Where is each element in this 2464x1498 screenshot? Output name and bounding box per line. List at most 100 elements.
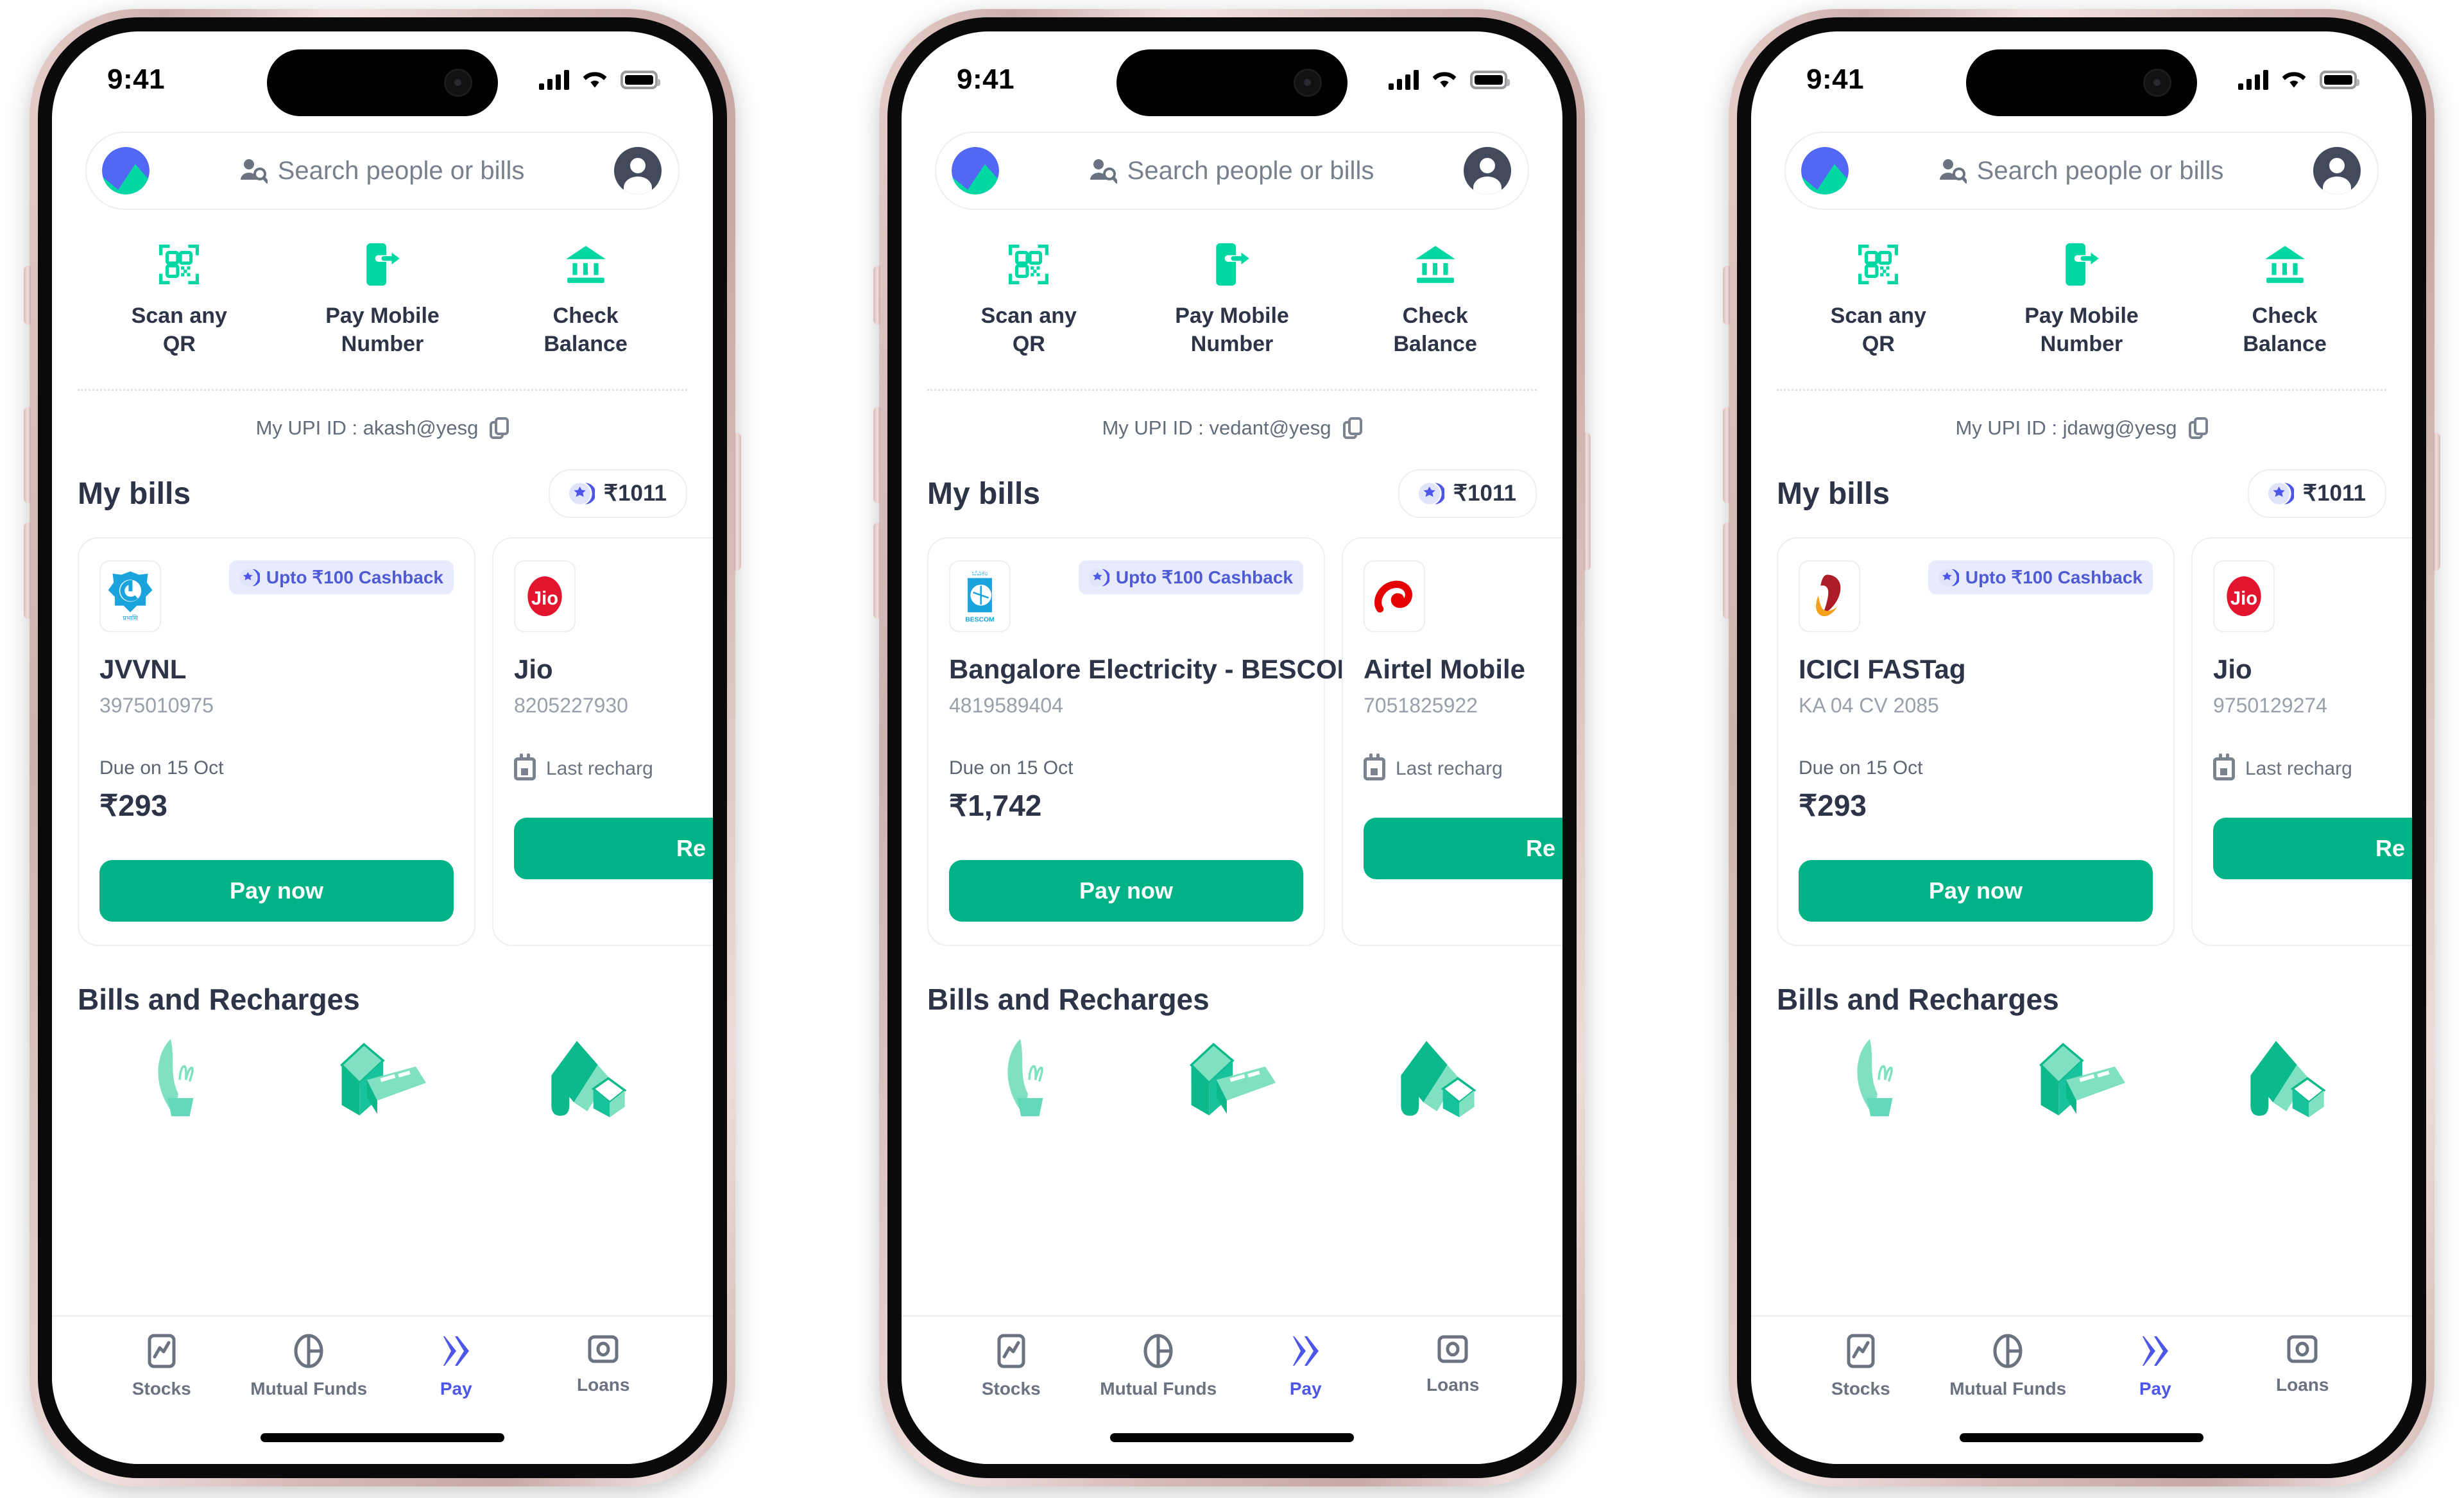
house-paint-icon[interactable] <box>2183 1036 2386 1119</box>
cashback-coin-icon <box>1419 481 1444 506</box>
bill-cards-carousel[interactable]: Upto ₹100 Cashback JVVNL 3975010975 Due … <box>78 537 713 947</box>
cashback-balance-pill[interactable]: ₹1011 <box>548 469 687 519</box>
quick-action-scan-qr[interactable]: Scan any QR <box>78 243 281 358</box>
search-input[interactable]: Search people or bills <box>150 157 614 185</box>
quick-action-scan-qr[interactable]: Scan any QR <box>1777 243 1980 358</box>
tab-pay[interactable]: Pay <box>2082 1334 2229 1399</box>
upi-id-label: My UPI ID : akash@yesg <box>255 417 479 440</box>
recharge-button[interactable]: Re <box>514 818 713 880</box>
tab-loans[interactable]: Loans <box>530 1334 678 1399</box>
upi-id-row[interactable]: My UPI ID : akash@yesg <box>52 417 713 440</box>
pay-now-button[interactable]: Pay now <box>949 860 1303 922</box>
bill-amount: ₹1,742 <box>949 789 1042 823</box>
volume-down-button[interactable] <box>1723 522 1730 619</box>
money-stack-icon[interactable] <box>1980 1036 2184 1119</box>
bill-card[interactable]: Upto ₹100 Cashback JVVNL 3975010975 Due … <box>78 537 475 947</box>
groww-logo-icon <box>102 147 150 194</box>
tab-stocks[interactable]: Stocks <box>937 1334 1085 1399</box>
silent-switch[interactable] <box>873 266 880 325</box>
silent-switch[interactable] <box>24 266 31 325</box>
upi-id-row[interactable]: My UPI ID : vedant@yesg <box>902 417 1562 440</box>
tab-mutual-funds[interactable]: Mutual Funds <box>235 1334 383 1399</box>
house-paint-icon[interactable] <box>484 1036 687 1119</box>
quick-action-scan-qr[interactable]: Scan any QR <box>927 243 1131 358</box>
pay-now-button[interactable]: Pay now <box>1799 860 2153 922</box>
search-input[interactable]: Search people or bills <box>999 157 1464 185</box>
power-button[interactable] <box>734 433 741 571</box>
plant-hand-icon[interactable] <box>927 1036 1131 1119</box>
copy-icon[interactable] <box>2188 417 2208 440</box>
tab-stocks[interactable]: Stocks <box>88 1334 235 1399</box>
cellular-signal-icon <box>1389 69 1419 90</box>
house-paint-icon[interactable] <box>1333 1036 1537 1119</box>
icici-logo-icon <box>1802 565 1857 627</box>
dynamic-island <box>1966 49 2197 116</box>
stocks-chart-icon <box>1847 1334 1875 1368</box>
bescom-logo-icon <box>952 565 1007 627</box>
upi-id-row[interactable]: My UPI ID : jdawg@yesg <box>1751 417 2412 440</box>
copy-icon[interactable] <box>490 417 509 440</box>
tab-mutual-funds[interactable]: Mutual Funds <box>1935 1334 2082 1399</box>
cashback-coin-icon <box>1938 567 1959 588</box>
front-camera-icon <box>1294 69 1322 97</box>
plant-hand-icon[interactable] <box>78 1036 281 1119</box>
money-stack-icon[interactable] <box>281 1036 484 1119</box>
bill-card[interactable]: Airtel Mobile 7051825922 Last recharg Re <box>1342 537 1562 947</box>
bill-cards-carousel[interactable]: Upto ₹100 Cashback ICICI FASTag KA 04 CV… <box>1777 537 2412 947</box>
search-input[interactable]: Search people or bills <box>1849 157 2313 185</box>
user-avatar-icon[interactable] <box>614 147 662 194</box>
tab-loans[interactable]: Loans <box>1380 1334 1527 1399</box>
quick-action-pay-mobile[interactable]: Pay Mobile Number <box>1131 243 1334 358</box>
quick-action-pay-mobile[interactable]: Pay Mobile Number <box>1980 243 2184 358</box>
bill-card[interactable]: Upto ₹100 Cashback Bangalore Electricity… <box>927 537 1360 947</box>
calendar-icon <box>1364 753 1385 781</box>
home-indicator[interactable] <box>1110 1433 1354 1442</box>
cashback-balance-pill[interactable]: ₹1011 <box>2247 469 2386 519</box>
recharge-button[interactable]: Re <box>1364 818 1562 880</box>
quick-action-pay-mobile[interactable]: Pay Mobile Number <box>281 243 484 358</box>
tab-label: Mutual Funds <box>1100 1379 1217 1399</box>
volume-down-button[interactable] <box>873 522 880 619</box>
volume-up-button[interactable] <box>24 407 31 503</box>
user-avatar-icon[interactable] <box>1464 147 1511 194</box>
silent-switch[interactable] <box>1723 266 1730 325</box>
user-avatar-icon[interactable] <box>2313 147 2361 194</box>
volume-up-button[interactable] <box>873 407 880 503</box>
power-button[interactable] <box>1584 433 1591 571</box>
jvvnl-logo-icon <box>103 565 158 627</box>
battery-full-icon <box>1470 70 1510 89</box>
tab-stocks[interactable]: Stocks <box>1787 1334 1935 1399</box>
bank-icon <box>2264 243 2306 286</box>
volume-up-button[interactable] <box>1723 407 1730 503</box>
phone-mockup: 9:41 Search people or bills Scan any QR … <box>24 9 741 1486</box>
tab-pay[interactable]: Pay <box>1232 1334 1380 1399</box>
copy-icon[interactable] <box>1342 417 1362 440</box>
tab-pay[interactable]: Pay <box>382 1334 530 1399</box>
search-bar[interactable]: Search people or bills <box>85 132 680 210</box>
tab-loans[interactable]: Loans <box>2229 1334 2377 1399</box>
bill-cards-carousel[interactable]: Upto ₹100 Cashback Bangalore Electricity… <box>927 537 1562 947</box>
tab-mutual-funds[interactable]: Mutual Funds <box>1085 1334 1233 1399</box>
power-button[interactable] <box>2433 433 2440 571</box>
cashback-balance-pill[interactable]: ₹1011 <box>1398 469 1537 519</box>
wifi-icon <box>1432 70 1457 89</box>
search-placeholder: Search people or bills <box>1127 156 1374 185</box>
money-stack-icon[interactable] <box>1131 1036 1334 1119</box>
recharge-button[interactable]: Re <box>2213 818 2412 880</box>
bill-card[interactable]: Jio 8205227930 Last recharg Re <box>492 537 713 947</box>
quick-action-check-balance[interactable]: Check Balance <box>484 243 687 358</box>
plant-hand-icon[interactable] <box>1777 1036 1980 1119</box>
pay-now-button[interactable]: Pay now <box>99 860 454 922</box>
bill-card[interactable]: Upto ₹100 Cashback ICICI FASTag KA 04 CV… <box>1777 537 2175 947</box>
bill-card[interactable]: Jio 9750129274 Last recharg Re <box>2191 537 2412 947</box>
home-indicator[interactable] <box>261 1433 504 1442</box>
home-indicator[interactable] <box>1960 1433 2203 1442</box>
pie-chart-icon <box>293 1334 324 1368</box>
search-bar[interactable]: Search people or bills <box>935 132 1529 210</box>
quick-action-check-balance[interactable]: Check Balance <box>1333 243 1537 358</box>
volume-down-button[interactable] <box>24 522 31 619</box>
quick-action-check-balance[interactable]: Check Balance <box>2183 243 2386 358</box>
search-bar[interactable]: Search people or bills <box>1784 132 2379 210</box>
bills-and-recharges-title: Bills and Recharges <box>1777 983 2059 1017</box>
tab-label: Stocks <box>132 1379 191 1399</box>
